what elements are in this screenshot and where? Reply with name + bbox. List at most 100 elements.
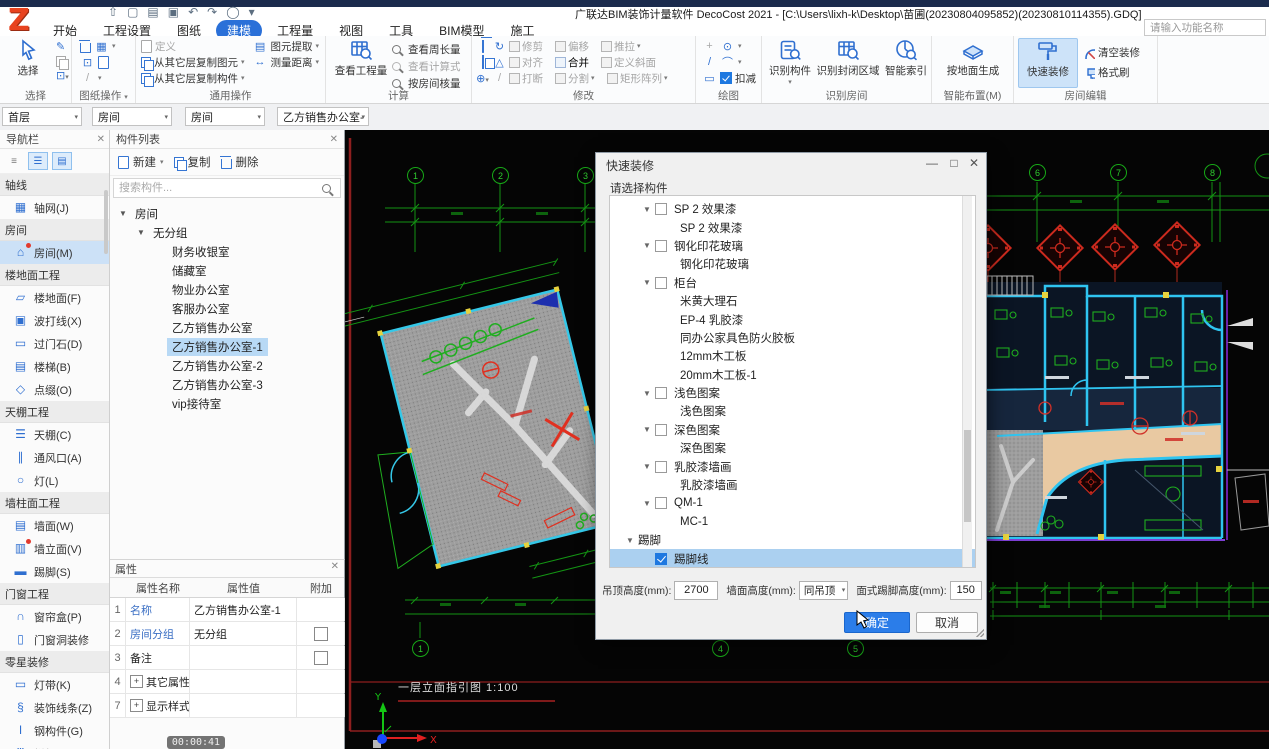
sidebar-item[interactable]: 楼地面工程 (0, 264, 109, 286)
sidebar-item[interactable]: Ι 钢构件(G) (0, 719, 109, 742)
sidebar-item[interactable]: ∩ 窗帘盒(P) (0, 605, 109, 628)
recognize-region-button[interactable]: 识别封闭区域 (817, 38, 879, 88)
copy-elements-button[interactable]: 从其它层复制图元▾ (141, 54, 245, 70)
sidebar-item[interactable]: ▥ 墙立面(V) (0, 537, 109, 560)
component-checkbox[interactable] (655, 461, 667, 473)
attach-checkbox[interactable] (314, 627, 328, 641)
dialog-tree-row[interactable]: ▼ 深色图案 (610, 439, 975, 457)
quick-decorate-button[interactable]: 快速装修 (1018, 38, 1078, 88)
align-button[interactable]: 对齐 (509, 55, 553, 70)
nav-type-select[interactable]: 房间▾ (92, 107, 172, 126)
sidebar-item[interactable]: 天棚工程 (0, 401, 109, 423)
more-icon[interactable]: ▾ (249, 5, 255, 19)
trim-button[interactable]: 修剪 (509, 39, 553, 54)
dialog-tree-row[interactable]: ▼ 踢脚 (610, 531, 975, 549)
scrollbar-thumb[interactable] (964, 430, 971, 522)
sidebar-item[interactable]: ∥ 通风口(A) (0, 446, 109, 469)
offset-button[interactable]: 偏移 (555, 39, 599, 54)
view-perimeter-button[interactable]: 查看周长量 (392, 41, 461, 57)
dialog-tree-row[interactable]: ▼ 同办公家具色防火胶板 (610, 329, 975, 347)
sidebar-item[interactable]: ▬ 踢脚(S) (0, 560, 109, 583)
component-checkbox[interactable] (655, 497, 667, 509)
sidebar-item[interactable]: Ⅲ 栏杆(R) (0, 742, 109, 749)
rotate-icon[interactable]: ↻ (492, 40, 507, 53)
chevron-down-icon[interactable]: ▼ (643, 462, 655, 471)
dialog-tree-row[interactable]: ▼ 米黄大理石 (610, 292, 975, 310)
component-tree-row[interactable]: ▼ 储藏室 (110, 261, 344, 280)
component-tree-row[interactable]: ▼ 乙方销售办公室-3 (110, 375, 344, 394)
sidebar-item[interactable]: ▣ 波打线(X) (0, 309, 109, 332)
sidebar-item[interactable]: ▯ 门窗洞装修 (0, 628, 109, 651)
property-row[interactable]: 1 +名称 乙方销售办公室-1 (110, 598, 344, 622)
component-tree-row[interactable]: ▼ 客服办公室 (110, 299, 344, 318)
frame-select-icon[interactable]: ⊡ (80, 56, 95, 69)
export-icon[interactable]: ⇧ (108, 5, 118, 19)
sheet-table-icon[interactable]: ▦ (94, 40, 109, 53)
delete-sheet-icon[interactable] (80, 43, 91, 53)
push-pull-button[interactable]: 推拉▾ (601, 39, 657, 54)
measure-distance-button[interactable]: ↔测量距离▾ (253, 54, 320, 70)
dialog-tree-row[interactable]: ▼ MC-1 (610, 513, 975, 531)
dialog-tree-row[interactable]: ▼ 乳胶漆墙画 (610, 457, 975, 475)
component-tree-row[interactable]: ▼ vip接待室 (110, 394, 344, 413)
chevron-down-icon[interactable]: ▼ (119, 209, 130, 218)
copy-components-button[interactable]: 从其它层复制构件▾ (141, 70, 245, 86)
nav-scrollbar[interactable] (104, 190, 108, 254)
recognize-component-button[interactable]: 识别构件▾ (765, 38, 815, 88)
close-icon[interactable]: ✕ (330, 134, 338, 145)
sidebar-item[interactable]: 零星装修 (0, 651, 109, 673)
table-filter-icon[interactable]: ⊡▾ (56, 70, 69, 84)
property-row[interactable]: 2 +房间分组 无分组 (110, 622, 344, 646)
line-draw-icon[interactable]: / (702, 56, 717, 68)
component-type-select[interactable]: 房间▾ (185, 107, 265, 126)
sidebar-item[interactable]: ◇ 点缀(O) (0, 378, 109, 401)
maximize-icon[interactable]: □ (944, 156, 964, 170)
property-row[interactable]: 3 +备注 (110, 646, 344, 670)
sidebar-item[interactable]: ⌂ 房间(M) (0, 241, 109, 264)
floor-select[interactable]: 首层▾ (2, 107, 82, 126)
break-tool-icon[interactable]: / (492, 72, 507, 84)
dialog-tree-row[interactable]: ▼ 浅色图案 (610, 384, 975, 402)
break-button[interactable]: 打断 (509, 71, 553, 86)
property-row[interactable]: 7 +显示样式 (110, 694, 344, 718)
dialog-tree-row[interactable]: ▼ 12mm木工板 (610, 347, 975, 365)
define-slope-button[interactable]: 定义斜面 (601, 55, 663, 70)
minimize-icon[interactable]: — (922, 156, 942, 170)
sidebar-item[interactable]: ☰ 天棚(C) (0, 423, 109, 446)
sidebar-item[interactable]: 房间 (0, 219, 109, 241)
sidebar-item[interactable]: ▱ 楼地面(F) (0, 286, 109, 309)
component-tree-row[interactable]: ▼ 乙方销售办公室 (110, 318, 344, 337)
dialog-scrollbar[interactable] (962, 196, 972, 567)
component-tree-row[interactable]: ▼ 乙方销售办公室-2 (110, 356, 344, 375)
close-icon[interactable]: ✕ (97, 134, 105, 145)
merge-button[interactable]: 合并 (555, 55, 599, 70)
dialog-tree-row[interactable]: ▼ EP-4 乳胶漆 (610, 310, 975, 328)
delete-component-button[interactable]: 删除 (221, 154, 259, 170)
save-icon[interactable]: ▣ (168, 5, 179, 19)
new-component-button[interactable]: 新建▾ (118, 154, 164, 170)
smart-index-button[interactable]: 智能索引 (881, 38, 931, 88)
rect-array-button[interactable]: 矩形阵列▾ (607, 71, 673, 86)
component-checkbox[interactable] (655, 240, 667, 252)
new-file-icon[interactable]: ▢ (127, 5, 138, 19)
sidebar-item[interactable]: ▦ 轴网(J) (0, 196, 109, 219)
dialog-tree-row[interactable]: ▼ 钢化印花玻璃 (610, 255, 975, 273)
chevron-down-icon[interactable]: ▼ (137, 228, 148, 237)
angle-tool-icon[interactable]: ⊕▾ (475, 72, 490, 85)
close-icon[interactable]: ✕ (331, 561, 339, 572)
sidebar-item[interactable]: ▭ 灯带(K) (0, 673, 109, 696)
chevron-down-icon[interactable]: ▼ (643, 389, 655, 398)
function-search-input[interactable] (1144, 19, 1266, 36)
skirting-height-input[interactable] (950, 581, 982, 600)
dialog-tree-row[interactable]: ▼ SP 2 效果漆 (610, 200, 975, 218)
select-tool-button[interactable]: 选择 (0, 38, 56, 88)
dialog-tree-row[interactable]: ▼ 柜台 (610, 274, 975, 292)
detail-view-icon[interactable]: ▤ (52, 152, 72, 170)
view-quantity-button[interactable]: 查看工程量 (330, 38, 392, 88)
deduct-checkbox[interactable] (720, 72, 732, 84)
rect-tool-icon[interactable]: ▭ (702, 72, 717, 85)
modify-delete-icon[interactable] (482, 40, 484, 53)
define-button[interactable]: 定义 (141, 38, 245, 54)
extract-elements-button[interactable]: ▤图元提取▾ (253, 38, 320, 54)
paste-icon[interactable] (56, 56, 66, 67)
